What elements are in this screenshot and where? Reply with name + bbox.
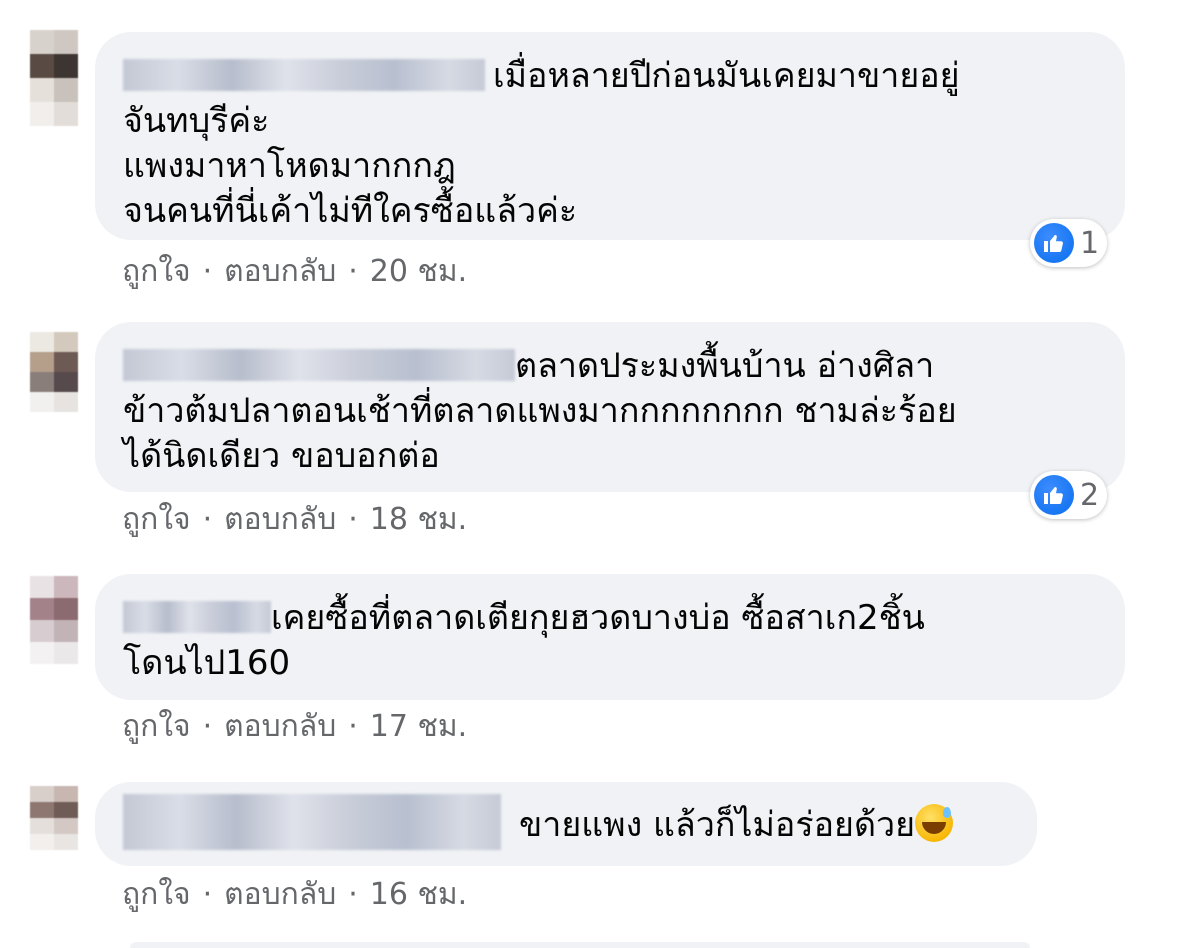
reply-link[interactable]: ตอบกลับ — [224, 248, 336, 295]
like-link[interactable]: ถูกใจ — [122, 871, 191, 918]
comment-actions: ถูกใจ · ตอบกลับ · 17 ชม. — [122, 703, 467, 750]
separator: · — [202, 709, 213, 744]
comment-bubble: เมื่อหลายปีก่อนมันเคยมาขายอยู่ จันทบุรีค… — [95, 32, 1125, 240]
next-comment-bubble-edge — [130, 942, 1030, 948]
reaction-summary[interactable]: 2 — [1030, 471, 1108, 519]
comment-text: ขายแพง แล้วก็ไม่อร่อยด้วย — [123, 794, 1009, 854]
blurred-author-name[interactable] — [123, 349, 515, 381]
like-thumb-icon — [1034, 223, 1074, 263]
timestamp[interactable]: 16 ชม. — [370, 871, 467, 918]
separator: · — [348, 877, 358, 912]
avatar[interactable] — [30, 332, 78, 412]
comment-bubble: ขายแพง แล้วก็ไม่อร่อยด้วย — [95, 782, 1037, 866]
reply-link[interactable]: ตอบกลับ — [224, 496, 336, 543]
like-thumb-icon — [1034, 475, 1074, 515]
separator: · — [348, 254, 358, 289]
reaction-count: 1 — [1080, 225, 1100, 261]
like-link[interactable]: ถูกใจ — [122, 248, 191, 295]
avatar[interactable] — [30, 786, 78, 850]
avatar[interactable] — [30, 576, 78, 664]
separator: · — [348, 709, 358, 744]
blurred-author-name[interactable] — [123, 601, 271, 633]
timestamp[interactable]: 20 ชม. — [370, 248, 467, 295]
grinning-sweat-emoji — [915, 804, 954, 842]
reaction-summary[interactable]: 1 — [1030, 219, 1108, 267]
like-link[interactable]: ถูกใจ — [122, 703, 191, 750]
blurred-author-name[interactable] — [123, 59, 485, 91]
timestamp[interactable]: 17 ชม. — [370, 703, 467, 750]
avatar[interactable] — [30, 30, 78, 126]
separator: · — [348, 502, 358, 537]
like-link[interactable]: ถูกใจ — [122, 496, 191, 543]
reaction-count: 2 — [1080, 477, 1100, 513]
comment-text: เคยซื้อที่ตลาดเตียกุยฮวดบางบ่อ ซื้อสาเก2… — [123, 598, 925, 683]
comment-actions: ถูกใจ · ตอบกลับ · 20 ชม. — [122, 248, 467, 295]
comment-text: ตลาดประมงพื้นบ้าน อ่างศิลา ข้าวต้มปลาตอน… — [123, 346, 957, 476]
comment-text: เมื่อหลายปีก่อนมันเคยมาขายอยู่ จันทบุรีค… — [123, 56, 960, 231]
comment-actions: ถูกใจ · ตอบกลับ · 18 ชม. — [122, 496, 467, 543]
separator: · — [202, 254, 213, 289]
blurred-author-name[interactable] — [123, 794, 501, 850]
comment-bubble: เคยซื้อที่ตลาดเตียกุยฮวดบางบ่อ ซื้อสาเก2… — [95, 574, 1125, 700]
reply-link[interactable]: ตอบกลับ — [224, 871, 336, 918]
reply-link[interactable]: ตอบกลับ — [224, 703, 336, 750]
comment-bubble: ตลาดประมงพื้นบ้าน อ่างศิลา ข้าวต้มปลาตอน… — [95, 322, 1125, 492]
separator: · — [202, 877, 213, 912]
comment-actions: ถูกใจ · ตอบกลับ · 16 ชม. — [122, 871, 467, 918]
separator: · — [202, 502, 213, 537]
timestamp[interactable]: 18 ชม. — [370, 496, 467, 543]
